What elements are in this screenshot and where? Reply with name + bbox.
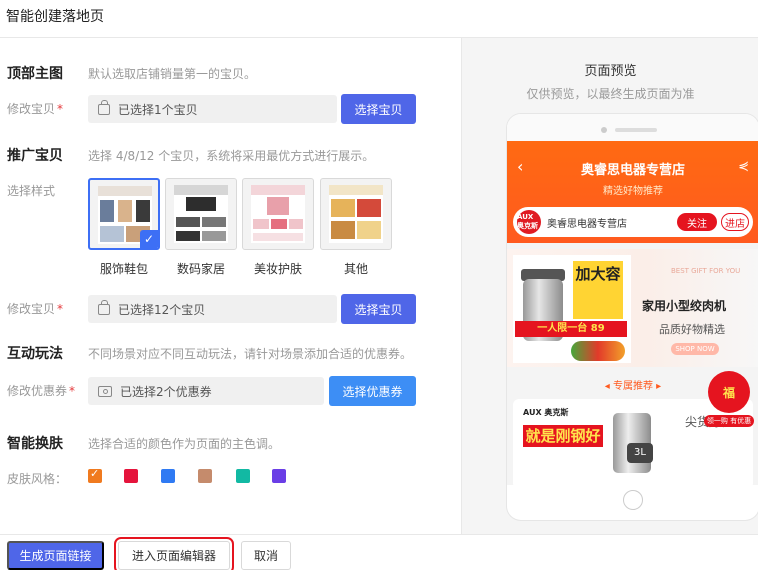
coupon-picker[interactable]: 已选择2个优惠券: [88, 377, 324, 405]
banner-english-tagline: BEST GIFT FOR YOU: [671, 267, 741, 275]
shopping-bag-icon: [98, 99, 110, 115]
promo-product-picker[interactable]: 已选择12个宝贝: [88, 295, 337, 323]
hero-product-picker[interactable]: 已选择1个宝贝: [88, 95, 337, 123]
style-name-beauty: 美妆护肤: [253, 262, 302, 276]
style-label: 选择样式: [7, 184, 56, 198]
shop-name: 奥睿思电器专营店: [547, 219, 627, 230]
skin-color-swatch[interactable]: [124, 469, 138, 483]
skin-section-hint: 选择合适的颜色作为页面的主色调。: [88, 437, 281, 451]
product-banner: 加大容 一人限一台 89 BEST GIFT FOR YOU 家用小型绞肉机 品…: [507, 249, 758, 367]
follow-button: 关注: [677, 213, 717, 231]
shopping-bag-icon: [98, 299, 110, 315]
generate-link-button[interactable]: 生成页面链接: [7, 541, 104, 570]
red-packet-icon: 福: [708, 371, 750, 413]
select-coupon-button[interactable]: 选择优惠券: [329, 376, 416, 406]
style-card-other[interactable]: [320, 178, 392, 250]
share-icon: ⋞: [738, 159, 749, 174]
preview-subtitle: 仅供预览，以最终生成页面为准: [526, 87, 695, 101]
select-promo-products-button[interactable]: 选择宝贝: [341, 294, 416, 324]
product-card-image: AUX 奥克斯 就是刚钢好 3L: [523, 407, 655, 485]
select-hero-product-button[interactable]: 选择宝贝: [341, 94, 416, 124]
banner-subtitle: 品质好物精选: [659, 323, 725, 336]
red-packet-caption: 领一购 有优惠: [704, 415, 754, 427]
skin-color-swatch[interactable]: [198, 469, 212, 483]
banner-yellow-tag: 加大容: [573, 261, 623, 319]
coupon-icon: [98, 385, 112, 397]
style-thumbnail: [329, 185, 383, 243]
promo-section-hint: 选择 4/8/12 个宝贝，系统将采用最优方式进行展示。: [88, 149, 375, 163]
coupon-picker-value: 已选择2个优惠券: [120, 384, 212, 399]
skin-field-label: 皮肤风格：: [7, 472, 68, 486]
promo-picker-value: 已选择12个宝贝: [118, 302, 206, 317]
promo-section-title: 推广宝贝: [7, 148, 63, 164]
banner-label: 家用小型绞肉机: [642, 299, 727, 313]
skin-section-title: 智能换肤: [7, 436, 63, 452]
style-name-other: 其他: [343, 262, 368, 276]
style-name-digital: 数码家居: [176, 262, 225, 276]
capacity-badge: 3L: [627, 443, 653, 463]
shop-bar: AUX 奥克斯 奥睿思电器专营店 关注 进店: [513, 207, 753, 237]
coupon-field-label: 修改优惠券 *: [7, 384, 76, 398]
hero-field-label: 修改宝贝 *: [7, 102, 64, 116]
promo-field-label: 修改宝贝 *: [7, 302, 64, 316]
home-button: [623, 490, 643, 510]
cancel-button[interactable]: 取消: [241, 541, 291, 570]
hero-picker-value: 已选择1个宝贝: [118, 102, 198, 117]
red-packet-float: 福 领一购 有优惠: [704, 371, 754, 429]
phone-screen[interactable]: ‹ 奥睿思电器专营店 ⋞ 精选好物推荐 AUX 奥克斯 奥睿思电器专营店 关注 …: [507, 141, 758, 485]
product-card-headline: 就是刚钢好: [523, 425, 603, 447]
open-editor-button[interactable]: 进入页面编辑器: [114, 537, 234, 570]
banner-product-image: 加大容 一人限一台 89: [513, 255, 631, 363]
config-panel: 顶部主图 默认选取店铺销量第一的宝贝。 修改宝贝 * 已选择1个宝贝 选择宝贝 推…: [0, 38, 460, 534]
skin-color-swatch[interactable]: [272, 469, 286, 483]
enter-store-button: 进店: [721, 213, 749, 231]
check-icon: ✓: [140, 230, 158, 248]
interaction-section-hint: 不同场景对应不同互动玩法，请针对场景添加合适的优惠券。: [88, 347, 413, 361]
style-thumbnail: [174, 185, 228, 243]
preview-panel: 页面预览 仅供预览，以最终生成页面为准 ‹ 奥睿思电器专营店 ⋞ 精选好物推荐 …: [461, 38, 758, 534]
product-card-brand: AUX 奥克斯: [523, 408, 569, 417]
skin-color-swatch[interactable]: [161, 469, 175, 483]
style-thumbnail: [251, 185, 305, 243]
style-card-apparel[interactable]: ✓: [88, 178, 160, 250]
style-name-apparel: 服饰鞋包: [99, 262, 148, 276]
phone-camera: [601, 127, 607, 133]
title-bar: 智能创建落地页: [0, 0, 758, 38]
phone-top-bezel: [507, 114, 758, 141]
interaction-section-title: 互动玩法: [7, 346, 63, 362]
phone-speaker: [615, 128, 657, 132]
style-card-digital[interactable]: [165, 178, 237, 250]
skin-color-swatch[interactable]: [236, 469, 250, 483]
page-title: 智能创建落地页: [6, 9, 104, 25]
style-card-beauty[interactable]: [242, 178, 314, 250]
skin-color-swatch[interactable]: [88, 467, 102, 483]
store-subtitle: 精选好物推荐: [603, 186, 663, 197]
banner-shop-now: SHOP NOW: [671, 343, 719, 355]
phone-mockup: ‹ 奥睿思电器专营店 ⋞ 精选好物推荐 AUX 奥克斯 奥睿思电器专营店 关注 …: [507, 114, 758, 520]
hero-section-title: 顶部主图: [7, 66, 63, 82]
store-header: ‹ 奥睿思电器专营店 ⋞ 精选好物推荐 AUX 奥克斯 奥睿思电器专营店 关注 …: [507, 141, 758, 243]
banner-red-strip: 一人限一台 89: [515, 321, 627, 337]
hero-section-hint: 默认选取店铺销量第一的宝贝。: [88, 67, 257, 81]
vegetables-image: [571, 341, 625, 361]
preview-title: 页面预览: [584, 64, 637, 79]
footer-bar: [0, 534, 758, 570]
shop-logo: AUX 奥克斯: [517, 210, 541, 234]
store-title: 奥睿思电器专营店: [580, 163, 685, 178]
